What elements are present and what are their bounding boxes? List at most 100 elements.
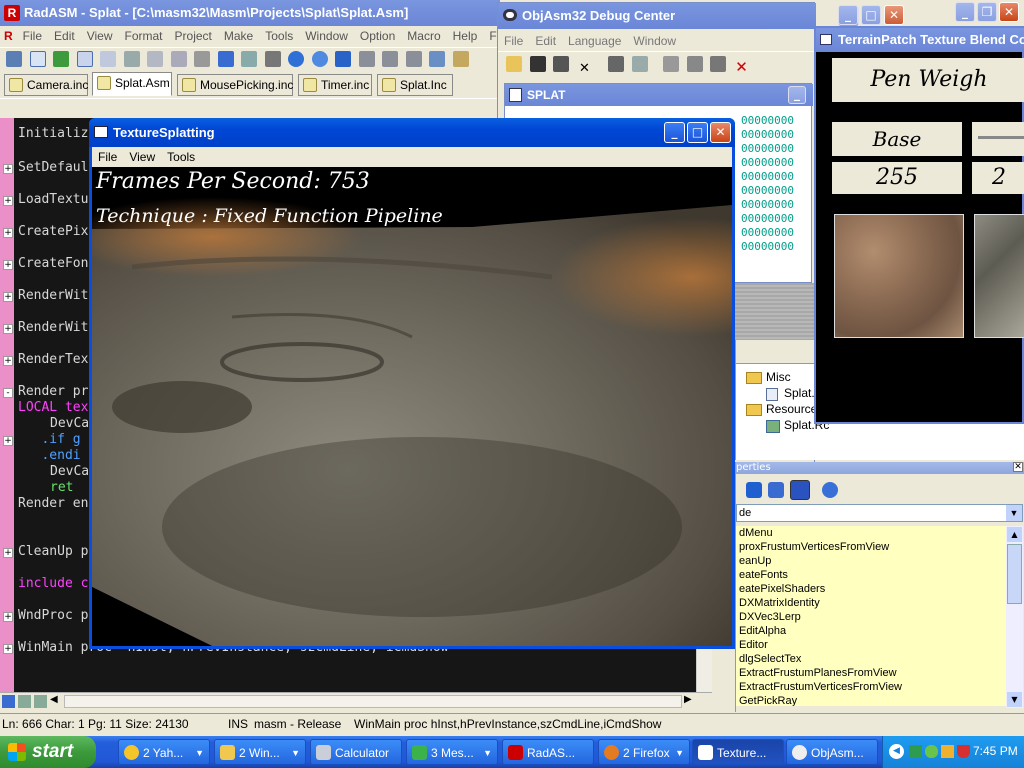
tab-mousepicking-inc[interactable]: MousePicking.inc xyxy=(177,74,293,96)
list-item[interactable]: DXMatrixIdentity xyxy=(736,596,1006,610)
fold-toggle[interactable]: + xyxy=(3,260,13,270)
fold-toggle[interactable]: + xyxy=(3,644,13,654)
objasm-menu-file[interactable]: File xyxy=(498,34,529,48)
texsplat-close-button[interactable]: ✕ xyxy=(710,122,731,143)
new-icon[interactable] xyxy=(29,51,46,67)
redo-icon[interactable] xyxy=(241,51,257,67)
menu-view[interactable]: View xyxy=(81,29,119,43)
tab-timer-inc[interactable]: Timer.inc xyxy=(298,74,372,96)
shield-icon[interactable] xyxy=(957,745,970,758)
texsplat-menu-file[interactable]: File xyxy=(92,150,123,164)
properties-dropdown[interactable]: de ▼ xyxy=(736,504,1023,522)
taskbar-item-explorer[interactable]: 2 Win... ▼ xyxy=(214,739,306,765)
list-item[interactable]: ExtractFrustumPlanesFromView xyxy=(736,666,1006,680)
format-icon[interactable] xyxy=(452,51,469,67)
fold-toggle[interactable]: + xyxy=(3,612,13,622)
open-folder-icon[interactable] xyxy=(506,56,522,72)
taskbar-item-texture[interactable]: Texture... xyxy=(692,739,784,765)
objasm-close-button[interactable]: ✕ xyxy=(884,5,904,25)
copy-icon[interactable] xyxy=(147,51,163,67)
prop-code-icon[interactable] xyxy=(768,482,784,498)
fold-toggle[interactable]: + xyxy=(3,356,13,366)
tray-expand-icon[interactable]: ◀ xyxy=(889,744,904,759)
texsplat-minimize-button[interactable]: _ xyxy=(664,122,685,143)
open-icon[interactable] xyxy=(53,51,69,67)
menu-edit[interactable]: Edit xyxy=(48,29,81,43)
save-icon[interactable] xyxy=(529,56,546,72)
texsplat-menu-tools[interactable]: Tools xyxy=(161,150,201,164)
fold-toggle[interactable]: + xyxy=(3,548,13,558)
texsplat-maximize-button[interactable]: □ xyxy=(687,122,708,143)
menu-tools[interactable]: Tools xyxy=(259,29,299,43)
scroll-down-icon[interactable]: ▼ xyxy=(1007,692,1022,707)
tab-splat-asm[interactable]: Splat.Asm xyxy=(92,72,172,96)
splat-child-titlebar[interactable]: SPLAT xyxy=(505,84,813,106)
tools-icon[interactable] xyxy=(631,56,648,72)
bookmark-icon[interactable] xyxy=(335,51,351,67)
render-viewport[interactable]: Frames Per Second: 753 Technique : Fixed… xyxy=(92,167,732,646)
printer-icon[interactable] xyxy=(608,56,624,72)
delete-icon[interactable]: ✕ xyxy=(734,59,750,75)
taskbar-item-firefox[interactable]: 2 Firefox ▼ xyxy=(598,739,690,765)
prop-view-icon[interactable] xyxy=(746,482,762,498)
list-item[interactable]: eateFonts xyxy=(736,568,1006,582)
fold-toggle[interactable]: - xyxy=(3,388,13,398)
menu-file[interactable]: File xyxy=(17,29,48,43)
app-min-button[interactable]: _ xyxy=(955,2,975,22)
list-item[interactable]: GetPickRay xyxy=(736,694,1006,706)
paste-icon[interactable] xyxy=(710,56,726,72)
paste-icon[interactable] xyxy=(170,51,187,67)
list-item[interactable]: proxFrustumVerticesFromView xyxy=(736,540,1006,554)
scroll-up-icon[interactable]: ▲ xyxy=(1007,527,1022,542)
properties-close-button[interactable]: ✕ xyxy=(1013,462,1023,472)
taskbar-item-calculator[interactable]: Calculator xyxy=(310,739,402,765)
scroll-right-icon[interactable]: ▶ xyxy=(684,694,692,705)
user-icon[interactable] xyxy=(925,745,938,758)
child-minimize-button[interactable]: _ xyxy=(788,86,806,104)
prop-proc-icon[interactable] xyxy=(790,480,810,500)
list-item[interactable]: EditAlpha xyxy=(736,624,1006,638)
list-item[interactable]: eanUp xyxy=(736,554,1006,568)
taskbar-item-radasm[interactable]: RadAS... xyxy=(502,739,594,765)
chevron-down-icon[interactable]: ▼ xyxy=(1006,505,1022,521)
delete-icon[interactable] xyxy=(194,51,210,67)
clear-icon[interactable]: ✕ xyxy=(577,61,593,77)
list-item[interactable]: eatePixelShaders xyxy=(736,582,1006,596)
list-icon[interactable] xyxy=(34,695,47,708)
weight-slider[interactable] xyxy=(972,122,1024,156)
tab-camera-inc[interactable]: Camera.inc xyxy=(4,74,88,96)
menu-macro[interactable]: Macro xyxy=(401,29,446,43)
texsplat-titlebar[interactable]: TextureSplatting xyxy=(89,118,735,147)
objasm-max-button[interactable]: □ xyxy=(861,5,881,25)
list-item[interactable]: Editor xyxy=(736,638,1006,652)
fold-toggle[interactable]: + xyxy=(3,228,13,238)
remove-icon[interactable] xyxy=(264,51,281,67)
clock[interactable]: 7:45 PM xyxy=(973,744,1018,758)
undo-icon[interactable] xyxy=(217,51,234,67)
properties-scrollbar[interactable]: ▲ ▼ xyxy=(1006,526,1023,708)
split-icon[interactable] xyxy=(18,695,31,708)
cut-icon[interactable] xyxy=(663,56,679,72)
menu-format[interactable]: Format xyxy=(119,29,169,43)
start-button[interactable]: start xyxy=(0,736,96,768)
fold-toggle[interactable]: + xyxy=(3,196,13,206)
tree-resource[interactable]: Resource xyxy=(766,402,817,416)
speaker-icon[interactable] xyxy=(941,745,954,758)
window-icon[interactable] xyxy=(76,51,93,67)
horizontal-scrollbar[interactable] xyxy=(64,695,682,708)
bookmark-clear-icon[interactable] xyxy=(405,51,422,67)
taskbar-item-yahoo[interactable]: 2 Yah... ▼ xyxy=(118,739,210,765)
tab-splat-inc[interactable]: Splat.Inc xyxy=(377,74,453,96)
list-item[interactable]: dlgSelectTex xyxy=(736,652,1006,666)
app-restore-button[interactable]: ❐ xyxy=(977,2,997,22)
radasm-titlebar[interactable]: R RadASM - Splat - [C:\masm32\Masm\Proje… xyxy=(0,0,500,26)
list-item[interactable]: ExtractFrustumVerticesFromView xyxy=(736,680,1006,694)
cut-icon[interactable] xyxy=(123,51,140,67)
find-icon[interactable] xyxy=(288,51,304,67)
objasm-menu-window[interactable]: Window xyxy=(627,34,682,48)
print-icon[interactable] xyxy=(6,51,22,67)
app-close-button[interactable]: ✕ xyxy=(999,2,1019,22)
copy-icon[interactable] xyxy=(686,56,703,72)
cascade-icon[interactable] xyxy=(100,51,116,67)
taskbar-item-objasm[interactable]: ObjAsm... xyxy=(786,739,878,765)
